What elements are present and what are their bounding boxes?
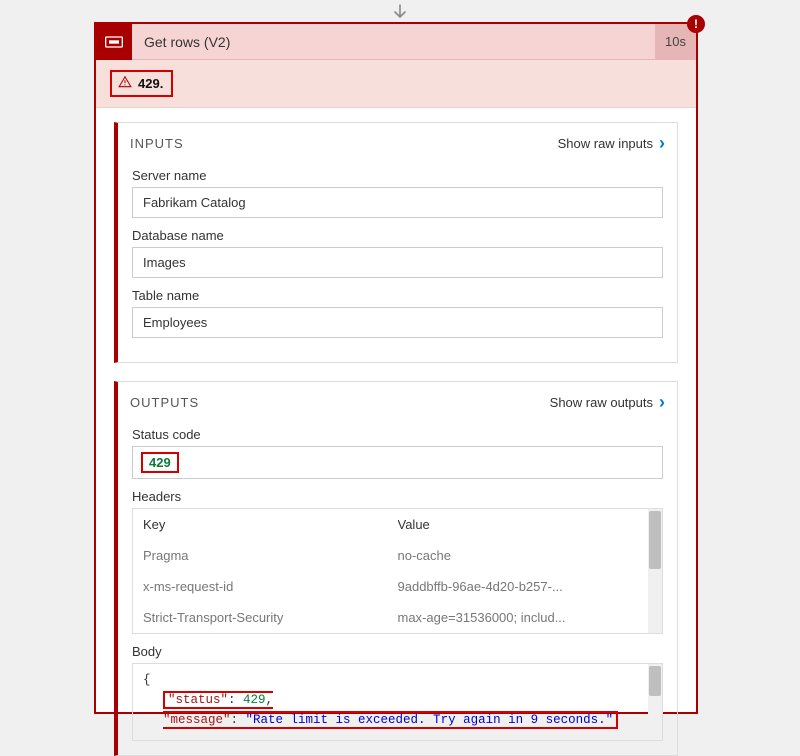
table-name-value[interactable]: Employees bbox=[132, 307, 663, 338]
outputs-title: OUTPUTS bbox=[130, 395, 550, 410]
show-raw-outputs-link[interactable]: Show raw outputs › bbox=[550, 392, 665, 413]
table-name-label: Table name bbox=[132, 288, 663, 303]
json-key-status: "status" bbox=[168, 693, 228, 707]
error-code-pill: 429. bbox=[110, 70, 173, 97]
status-code-highlight: 429 bbox=[141, 452, 179, 473]
headers-table: Key Value Pragma no-cache x-ms-request-i… bbox=[132, 508, 663, 634]
json-key-message: "message" bbox=[163, 713, 231, 727]
body-json[interactable]: { "status": 429, "message": "Rate limit … bbox=[132, 663, 663, 741]
headers-col-key: Key bbox=[143, 517, 398, 532]
body-scrollbar[interactable] bbox=[648, 664, 662, 740]
body-scroll-thumb[interactable] bbox=[649, 666, 661, 696]
sql-connector-icon bbox=[96, 24, 132, 60]
header-value: max-age=31536000; includ... bbox=[398, 610, 653, 625]
status-code-label: Status code bbox=[132, 427, 663, 442]
table-row: Pragma no-cache bbox=[133, 540, 662, 571]
show-raw-inputs-label: Show raw inputs bbox=[558, 136, 653, 151]
warning-icon bbox=[118, 75, 132, 92]
chevron-right-icon: › bbox=[659, 133, 665, 154]
database-name-value[interactable]: Images bbox=[132, 247, 663, 278]
header-key: x-ms-request-id bbox=[143, 579, 398, 594]
chevron-right-icon: › bbox=[659, 392, 665, 413]
body-label: Body bbox=[132, 644, 663, 659]
card-header[interactable]: Get rows (V2) 10s bbox=[96, 24, 696, 60]
status-code-value[interactable]: 429 bbox=[132, 446, 663, 479]
error-bar: 429. bbox=[96, 60, 696, 108]
show-raw-inputs-link[interactable]: Show raw inputs › bbox=[558, 133, 665, 154]
header-key: Pragma bbox=[143, 548, 398, 563]
header-value: no-cache bbox=[398, 548, 653, 563]
json-brace: { bbox=[143, 670, 652, 690]
database-name-label: Database name bbox=[132, 228, 663, 243]
outputs-section: OUTPUTS Show raw outputs › Status code 4… bbox=[114, 381, 678, 756]
inputs-section: INPUTS Show raw inputs › Server name Fab… bbox=[114, 122, 678, 363]
headers-scroll-thumb[interactable] bbox=[649, 511, 661, 569]
action-card-get-rows: ! Get rows (V2) 10s 429. INPUTS Show bbox=[94, 22, 698, 714]
header-key: Strict-Transport-Security bbox=[143, 610, 398, 625]
json-val-status: 429 bbox=[243, 693, 266, 707]
error-code-text: 429. bbox=[138, 76, 163, 91]
table-row: x-ms-request-id 9addbffb-96ae-4d20-b257-… bbox=[133, 571, 662, 602]
card-title: Get rows (V2) bbox=[132, 34, 655, 50]
server-name-value[interactable]: Fabrikam Catalog bbox=[132, 187, 663, 218]
error-badge-icon: ! bbox=[687, 15, 705, 33]
json-val-message: "Rate limit is exceeded. Try again in 9 … bbox=[246, 713, 614, 727]
inputs-title: INPUTS bbox=[130, 136, 558, 151]
server-name-label: Server name bbox=[132, 168, 663, 183]
headers-header-row: Key Value bbox=[133, 509, 662, 540]
headers-col-value: Value bbox=[398, 517, 653, 532]
table-row: Strict-Transport-Security max-age=315360… bbox=[133, 602, 662, 633]
header-value: 9addbffb-96ae-4d20-b257-... bbox=[398, 579, 653, 594]
show-raw-outputs-label: Show raw outputs bbox=[550, 395, 653, 410]
headers-scrollbar[interactable] bbox=[648, 509, 662, 633]
body-highlight: "status": 429, "message": "Rate limit is… bbox=[163, 691, 618, 729]
headers-label: Headers bbox=[132, 489, 663, 504]
